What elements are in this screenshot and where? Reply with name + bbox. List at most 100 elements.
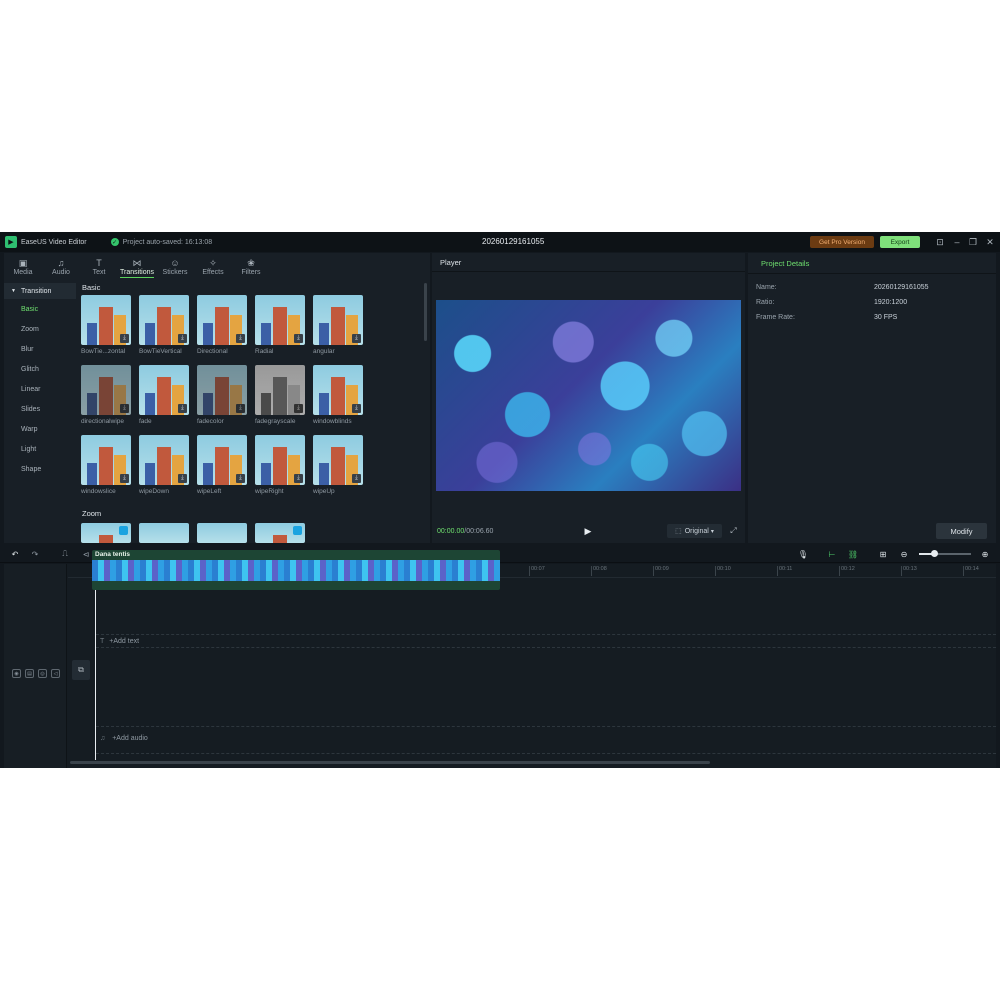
transition-item[interactable]: ⤓ windowblinds (313, 365, 363, 435)
transition-thumbnail[interactable]: ⤓ (139, 365, 189, 415)
transition-thumbnail[interactable]: ⤓ (255, 365, 305, 415)
transition-thumbnail[interactable]: ⤓ (255, 295, 305, 345)
slider-handle[interactable] (931, 550, 938, 557)
tab-media[interactable]: ▣ Media (4, 253, 42, 281)
transition-item[interactable]: ⤓ Directional (197, 295, 247, 365)
audio-track[interactable]: ♫ +Add audio (96, 726, 996, 754)
download-icon[interactable]: ⤓ (236, 474, 245, 483)
transition-item[interactable]: ⤓ BowTie...zontal (81, 295, 131, 365)
download-icon[interactable]: ⤓ (294, 404, 303, 413)
fit-timeline-icon[interactable]: ⊞ (878, 549, 888, 559)
link-icon[interactable]: ⛓ (848, 549, 858, 559)
category-linear[interactable]: Linear (4, 379, 76, 399)
category-basic[interactable]: Basic (4, 299, 76, 319)
download-icon[interactable]: ⤓ (352, 474, 361, 483)
split-icon[interactable]: ⎍ (60, 549, 70, 559)
transition-thumbnail[interactable]: ⤓ (313, 295, 363, 345)
tab-text[interactable]: T Text (80, 253, 118, 281)
transition-item[interactable]: ⤓ BowTieVertical (139, 295, 189, 365)
video-preview[interactable] (436, 300, 741, 491)
transition-thumbnail[interactable] (197, 523, 247, 543)
transition-thumbnail[interactable]: ⤓ (197, 295, 247, 345)
tab-transitions[interactable]: ⋈ Transitions (118, 253, 156, 281)
download-icon[interactable]: ⤓ (178, 474, 187, 483)
transition-thumbnail[interactable]: ⤓ (313, 435, 363, 485)
transition-thumbnail[interactable]: ⤓ (81, 365, 131, 415)
minimize-icon[interactable]: – (951, 236, 963, 248)
download-icon[interactable]: ⤓ (178, 404, 187, 413)
transition-thumbnail[interactable]: ⤓ (139, 435, 189, 485)
export-button[interactable]: Export (880, 236, 920, 248)
play-icon[interactable]: ▶ (583, 526, 593, 536)
zoom-in-icon[interactable]: ⊕ (980, 549, 990, 559)
category-shape[interactable]: Shape (4, 459, 76, 479)
transition-thumbnail[interactable]: ⤓ (81, 435, 131, 485)
download-icon[interactable]: ⤓ (120, 474, 129, 483)
category-warp[interactable]: Warp (4, 419, 76, 439)
transition-item[interactable]: ⤓ fade (139, 365, 189, 435)
download-icon[interactable]: ⤓ (236, 404, 245, 413)
transition-item[interactable]: ⤓ wipeUp (313, 435, 363, 505)
transition-item[interactable]: ⤓ Radial (255, 295, 305, 365)
volume-icon[interactable]: ◁ (51, 669, 60, 678)
close-icon[interactable]: ✕ (984, 236, 996, 248)
zoom-out-icon[interactable]: ⊖ (899, 549, 909, 559)
transition-item[interactable]: ⤓ directionalwipe (81, 365, 131, 435)
transition-item[interactable]: ⤓ angular (313, 295, 363, 365)
transition-item[interactable]: ⤓ wipeDown (139, 435, 189, 505)
category-light[interactable]: Light (4, 439, 76, 459)
tab-effects[interactable]: ✧ Effects (194, 253, 232, 281)
transition-item[interactable]: ⤓ windowslice (81, 435, 131, 505)
category-slides[interactable]: Slides (4, 399, 76, 419)
ratio-select[interactable]: ⬚ Original ▾ (667, 524, 722, 538)
restore-icon[interactable]: ❐ (967, 236, 979, 248)
timeline-scrollbar[interactable] (70, 761, 710, 764)
download-icon[interactable]: ⤓ (120, 404, 129, 413)
timeline-zoom-slider[interactable] (919, 550, 971, 557)
transition-thumbnail[interactable] (255, 523, 305, 543)
category-header[interactable]: ▼ Transition (4, 283, 76, 299)
get-pro-button[interactable]: Get Pro Version (810, 236, 874, 248)
transition-thumbnail[interactable]: ⤓ (255, 435, 305, 485)
category-glitch[interactable]: Glitch (4, 359, 76, 379)
transition-item[interactable]: ⤓ wipeLeft (197, 435, 247, 505)
transition-thumbnail[interactable]: ⤓ (197, 435, 247, 485)
trim-left-icon[interactable]: ⊲ (81, 549, 91, 559)
modify-button[interactable]: Modify (936, 523, 987, 539)
tab-audio[interactable]: ♫ Audio (42, 253, 80, 281)
transition-thumbnail[interactable] (139, 523, 189, 543)
redo-icon[interactable]: ↷ (30, 549, 40, 559)
tab-stickers[interactable]: ☺ Stickers (156, 253, 194, 281)
fullscreen-icon[interactable]: ⤢ (728, 525, 739, 536)
cover-icon[interactable]: ⧉ (72, 660, 90, 680)
text-track[interactable]: T +Add text (96, 634, 996, 648)
settings-box-icon[interactable]: ⊡ (934, 236, 946, 248)
snap-icon[interactable]: ⊢ (827, 549, 837, 559)
transition-item[interactable]: ⤓ fadegrayscale (255, 365, 305, 435)
tab-filters[interactable]: ❀ Filters (232, 253, 270, 281)
download-icon[interactable]: ⤓ (178, 334, 187, 343)
transition-thumbnail[interactable]: ⤓ (139, 295, 189, 345)
transition-thumbnail[interactable]: ⤓ (81, 295, 131, 345)
download-icon[interactable]: ⤓ (294, 474, 303, 483)
download-icon[interactable]: ⤓ (236, 334, 245, 343)
category-zoom[interactable]: Zoom (4, 319, 76, 339)
eye-icon[interactable]: ◉ (12, 669, 21, 678)
library-scrollbar[interactable] (424, 283, 427, 341)
download-icon[interactable]: ⤓ (120, 334, 129, 343)
download-icon[interactable]: ⤓ (352, 334, 361, 343)
transition-thumbnail[interactable] (81, 523, 131, 543)
video-clip[interactable]: Dana tentis (92, 550, 500, 590)
lock-icon[interactable]: ▤ (25, 669, 34, 678)
visibility-icon[interactable]: ◎ (38, 669, 47, 678)
download-icon[interactable]: ⤓ (352, 404, 361, 413)
transition-thumbnail[interactable]: ⤓ (197, 365, 247, 415)
download-icon[interactable]: ⤓ (294, 334, 303, 343)
transition-item[interactable]: ⤓ wipeRight (255, 435, 305, 505)
transition-item[interactable]: ⤓ fadecolor (197, 365, 247, 435)
undo-icon[interactable]: ↶ (10, 549, 20, 559)
transition-thumbnail[interactable]: ⤓ (313, 365, 363, 415)
category-blur[interactable]: Blur (4, 339, 76, 359)
microphone-icon[interactable]: 🎙 (798, 549, 808, 559)
playhead[interactable] (92, 564, 99, 760)
